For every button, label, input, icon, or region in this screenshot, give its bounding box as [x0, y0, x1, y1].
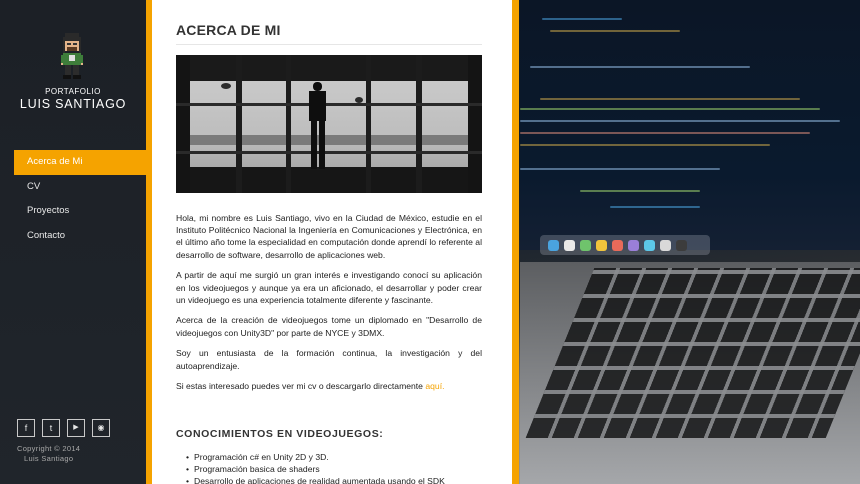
cv-download-link[interactable]: aquí. — [425, 381, 444, 391]
nav-item-contacto[interactable]: Contacto — [14, 224, 146, 249]
about-paragraph: Hola, mi nombre es Luis Santiago, vivo e… — [176, 213, 482, 260]
cv-paragraph: Si estas interesado puedes ver mi cv o d… — [176, 380, 482, 392]
brand-name[interactable]: LUIS SANTIAGO — [0, 97, 146, 111]
about-text: Hola, mi nombre es Luis Santiago, vivo e… — [176, 212, 482, 401]
nav-item-cv[interactable]: CV — [14, 175, 146, 200]
rss-icon[interactable]: ◉ — [92, 419, 110, 437]
twitter-icon[interactable]: t — [42, 419, 60, 437]
cv-text: Si estas interesado puedes ver mi cv o d… — [176, 381, 426, 392]
avatar — [61, 33, 83, 79]
list-item: Programación c# en Unity 2D y 3D. — [186, 451, 486, 463]
youtube-icon[interactable]: ▶ — [67, 419, 85, 437]
list-item: Desarrollo de aplicaciones de realidad a… — [186, 475, 486, 484]
sidebar: PORTAFOLIO LUIS SANTIAGO Acerca de Mi CV… — [0, 0, 146, 484]
nav-item-acerca-de-mi[interactable]: Acerca de Mi — [14, 150, 146, 175]
skills-list: Programación c# en Unity 2D y 3D. Progra… — [186, 451, 486, 484]
main-nav: Acerca de Mi CV Proyectos Contacto — [14, 150, 146, 248]
content-panel: ACERCA DE MI Hola, mi nombre es Luis San… — [152, 0, 512, 484]
copyright-line-2: Luis Santiago — [24, 454, 74, 463]
about-paragraph: Soy un entusiasta de la formación contin… — [176, 348, 482, 371]
accent-bar-right — [512, 0, 519, 484]
nav-item-proyectos[interactable]: Proyectos — [14, 199, 146, 224]
about-paragraph: A partir de aquí me surgió un gran inter… — [176, 270, 482, 305]
header-photo — [176, 55, 482, 193]
facebook-icon[interactable]: f — [17, 419, 35, 437]
laptop-dock-image — [540, 235, 710, 255]
page-title: ACERCA DE MI — [176, 22, 281, 38]
copyright-line-1: Copyright © 2014 — [17, 444, 81, 453]
skills-title: CONOCIMIENTOS EN VIDEOJUEGOS: — [176, 428, 384, 440]
laptop-screen-image — [520, 0, 860, 250]
title-divider — [176, 44, 482, 45]
about-paragraph: Acerca de la creación de videojuegos tom… — [176, 315, 482, 338]
list-item: Programación basica de shaders — [186, 463, 486, 475]
brand-subtitle: PORTAFOLIO — [45, 87, 101, 96]
copyright: Copyright © 2014 Luis Santiago — [17, 444, 127, 464]
